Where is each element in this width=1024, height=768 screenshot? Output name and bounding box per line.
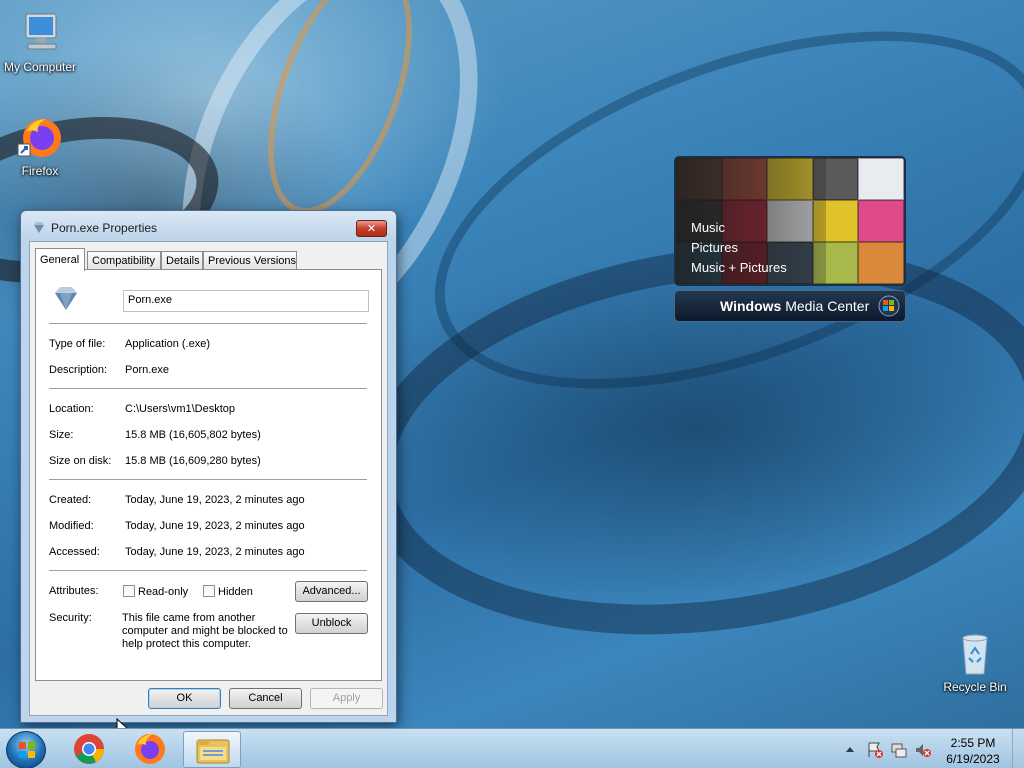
menu-item-music-pictures[interactable]: Music + Pictures — [691, 258, 787, 278]
general-tab-panel: Porn.exe Type of file: Application (.exe… — [35, 269, 382, 681]
exe-file-icon — [34, 222, 44, 233]
dialog-title: Porn.exe Properties — [51, 221, 158, 235]
accessed-value: Today, June 19, 2023, 2 minutes ago — [125, 546, 305, 558]
firefox-desktop-icon[interactable]: Firefox — [0, 114, 80, 178]
hidden-checkbox[interactable] — [203, 585, 215, 597]
separator — [49, 388, 367, 389]
taskbar: 2:55 PM 6/19/2023 — [0, 728, 1024, 768]
dialog-client: General Compatibility Details Previous V… — [29, 241, 388, 716]
taskbar-firefox[interactable] — [121, 731, 179, 768]
security-text-line: help protect this computer. — [122, 638, 252, 650]
unblock-button[interactable]: Unblock — [295, 613, 368, 634]
accessed-label: Accessed: — [49, 546, 100, 558]
separator — [49, 323, 367, 324]
location-value: C:\Users\vm1\Desktop — [125, 403, 236, 415]
size-value: 15.8 MB (16,605,802 bytes) — [125, 429, 261, 441]
tab-details[interactable]: Details — [161, 251, 203, 270]
readonly-checkbox[interactable] — [123, 585, 135, 597]
created-label: Created: — [49, 494, 92, 506]
media-center-bar[interactable]: Windows Media Center — [674, 290, 906, 322]
computer-icon — [16, 10, 64, 58]
chrome-icon — [74, 734, 104, 764]
media-center-brand: Windows Media Center — [720, 298, 870, 314]
security-text: This file came from another computer and… — [122, 612, 288, 651]
action-center-icon[interactable] — [866, 741, 884, 759]
show-desktop-button[interactable] — [1012, 729, 1024, 768]
apply-button[interactable]: Apply — [310, 688, 383, 709]
description-value: Porn.exe — [125, 364, 170, 376]
media-center-gadget[interactable]: Music Pictures Music + Pictures Windows … — [674, 156, 906, 322]
cancel-button[interactable]: Cancel — [229, 688, 302, 709]
size-on-disk-value: 15.8 MB (16,609,280 bytes) — [125, 455, 261, 467]
menu-item-pictures[interactable]: Pictures — [691, 238, 787, 258]
dialog-titlebar[interactable]: Porn.exe Properties ✕ — [21, 211, 396, 241]
properties-dialog[interactable]: Porn.exe Properties ✕ General Compatibil… — [20, 210, 397, 723]
start-button[interactable] — [6, 731, 46, 768]
close-icon: ✕ — [366, 222, 377, 235]
windows-logo-icon — [19, 742, 35, 758]
security-text-line: computer and might be blocked to — [122, 625, 288, 637]
system-tray: 2:55 PM 6/19/2023 — [840, 729, 1024, 768]
recycle-bin-icon — [951, 630, 999, 678]
show-hidden-icons-icon[interactable] — [844, 729, 856, 768]
file-name-field[interactable]: Porn.exe — [123, 290, 369, 312]
advanced-button[interactable]: Advanced... — [295, 581, 368, 602]
size-on-disk-label: Size on disk: — [49, 455, 112, 467]
network-icon[interactable] — [890, 741, 908, 759]
separator — [49, 570, 367, 571]
type-value: Application (.exe) — [125, 338, 210, 350]
volume-muted-icon[interactable] — [914, 741, 932, 759]
attributes-label: Attributes: — [49, 585, 99, 597]
size-label: Size: — [49, 429, 74, 441]
my-computer-label: My Computer — [3, 60, 77, 74]
created-value: Today, June 19, 2023, 2 minutes ago — [125, 494, 305, 506]
taskbar-explorer[interactable] — [183, 731, 241, 768]
menu-item-music[interactable]: Music — [691, 218, 787, 238]
firefox-icon — [16, 114, 64, 162]
taskbar-clock[interactable]: 2:55 PM 6/19/2023 — [938, 735, 1008, 767]
media-center-menu: Music Pictures Music + Pictures — [691, 218, 787, 278]
hidden-label[interactable]: Hidden — [218, 586, 253, 598]
exe-file-large-icon — [55, 287, 77, 310]
my-computer-desktop-icon[interactable]: My Computer — [0, 10, 80, 74]
folder-icon — [196, 739, 230, 764]
description-label: Description: — [49, 364, 108, 376]
clock-time: 2:55 PM — [950, 736, 996, 750]
close-button[interactable]: ✕ — [356, 220, 387, 237]
recycle-bin-label: Recycle Bin — [943, 680, 1007, 694]
windows-logo-icon — [878, 295, 900, 317]
modified-value: Today, June 19, 2023, 2 minutes ago — [125, 520, 305, 532]
type-label: Type of file: — [49, 338, 106, 350]
tab-compatibility[interactable]: Compatibility — [87, 251, 161, 270]
ok-button[interactable]: OK — [148, 688, 221, 709]
location-label: Location: — [49, 403, 94, 415]
modified-label: Modified: — [49, 520, 94, 532]
tab-general[interactable]: General — [35, 248, 85, 271]
clock-date: 6/19/2023 — [946, 752, 1000, 766]
readonly-label[interactable]: Read-only — [138, 586, 188, 598]
taskbar-chrome[interactable] — [60, 731, 118, 768]
firefox-label: Firefox — [21, 164, 59, 178]
tab-previous-versions[interactable]: Previous Versions — [203, 251, 297, 270]
security-label: Security: — [49, 612, 92, 624]
firefox-icon — [135, 734, 165, 764]
security-text-line: This file came from another — [122, 612, 256, 624]
separator — [49, 479, 367, 480]
recycle-bin-desktop-icon[interactable]: Recycle Bin — [935, 630, 1015, 694]
